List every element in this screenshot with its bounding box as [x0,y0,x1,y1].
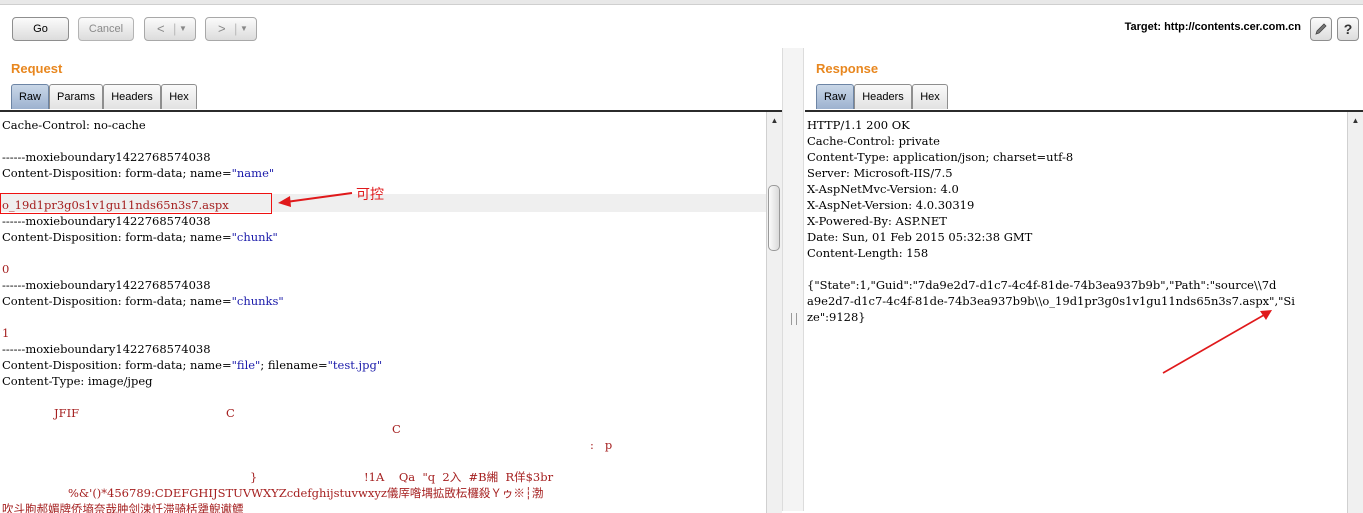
help-button[interactable]: ? [1337,17,1359,41]
binary-line: C [226,406,235,420]
back-button[interactable]: < | ▼ [144,17,196,41]
request-line: 0 [2,262,10,276]
request-line: ------moxieboundary1422768574038 [2,342,211,356]
binary-line: JFIF [54,406,80,420]
request-scrollbar[interactable]: ▲ [766,112,782,513]
request-tab-headers[interactable]: Headers [103,84,161,109]
response-line: Content-Type: application/json; charset=… [807,150,1074,164]
cancel-button[interactable]: Cancel [78,17,134,41]
binary-line: } [250,470,258,484]
scroll-up-icon[interactable]: ▲ [767,114,782,128]
request-tab-hex[interactable]: Hex [161,84,197,109]
binary-line: C [392,422,401,436]
response-line: Content-Length: 158 [807,246,929,260]
request-scroll-thumb[interactable] [768,185,780,251]
go-button[interactable]: Go [12,17,69,41]
request-line: Content-Disposition: form-data; name="fi… [2,358,383,372]
response-scrollbar[interactable]: ▲ [1347,112,1363,513]
back-arrow-icon: < [157,21,165,36]
request-title: Request [11,61,63,76]
request-line: Content-Disposition: form-data; name="ch… [2,294,284,308]
request-line: Content-Disposition: form-data; name="ch… [2,230,278,244]
target-label: Target: http://contents.cer.com.cn [1124,21,1301,33]
response-tab-raw[interactable]: Raw [816,84,854,109]
response-line: X-AspNet-Version: 4.0.30319 [807,198,975,212]
forward-arrow-icon: > [218,21,226,36]
binary-line: %&'()*456789:CDEFGHIJSTUVWXYZcdefghijstu… [68,486,544,500]
forward-button[interactable]: > | ▼ [205,17,257,41]
request-line: Cache-Control: no-cache [2,118,146,132]
request-tab-params[interactable]: Params [49,84,103,109]
response-editor[interactable]: HTTP/1.1 200 OK Cache-Control: private C… [805,110,1363,513]
pencil-icon [1315,23,1327,35]
splitter-grip-icon [791,313,797,325]
request-line: Content-Type: image/jpeg [2,374,153,388]
response-line: Date: Sun, 01 Feb 2015 05:32:38 GMT [807,230,1033,244]
highlight-box [0,193,272,214]
binary-line: 吹斗朐郝媚牌侨墒奈哉肿剑涑忏滞骑栝犟鲵谳鳔 [2,502,244,513]
back-dropdown-icon[interactable]: ▼ [179,18,187,40]
forward-dropdown-icon[interactable]: ▼ [240,18,248,40]
binary-line: : p [590,438,613,452]
response-line: X-AspNetMvc-Version: 4.0 [807,182,959,196]
response-title: Response [816,61,879,76]
response-json-line: a9e2d7-d1c7-4c4f-81de-74b3ea937b9b\\o_19… [807,294,1295,308]
request-line: ------moxieboundary1422768574038 [2,150,211,164]
response-tab-hex[interactable]: Hex [912,84,948,109]
edit-target-button[interactable] [1310,17,1332,41]
request-tab-raw[interactable]: Raw [11,84,49,109]
request-line: ------moxieboundary1422768574038 [2,278,211,292]
request-line: Content-Disposition: form-data; name="na… [2,166,275,180]
response-json-line: {"State":1,"Guid":"7da9e2d7-d1c7-4c4f-81… [807,278,1277,292]
response-line: HTTP/1.1 200 OK [807,118,910,132]
request-line: ------moxieboundary1422768574038 [2,214,211,228]
response-line: Server: Microsoft-IIS/7.5 [807,166,953,180]
help-icon: ? [1343,21,1353,37]
response-tab-headers[interactable]: Headers [854,84,912,109]
response-line: X-Powered-By: ASP.NET [807,214,947,228]
request-line: 1 [2,326,10,340]
panel-splitter[interactable] [782,48,804,511]
response-line: Cache-Control: private [807,134,940,148]
scroll-up-icon[interactable]: ▲ [1348,114,1363,128]
annotation-label: 可控 [356,187,384,203]
request-editor[interactable]: Cache-Control: no-cache ------moxiebound… [0,110,782,513]
response-json-line: ze":9128} [807,310,866,324]
binary-line: !1A Qa "q 2入 #B緗 R佯$3br [364,470,554,484]
